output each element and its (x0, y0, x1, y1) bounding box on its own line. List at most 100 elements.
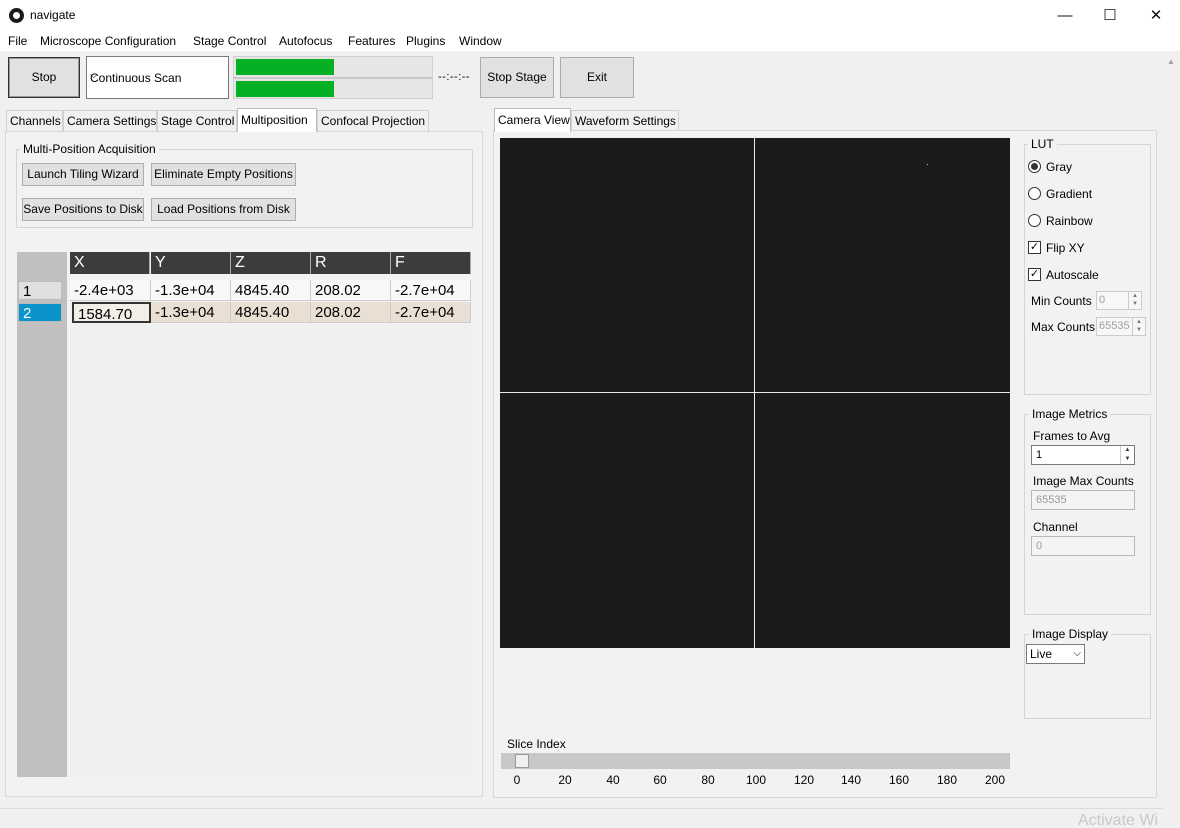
row-header-1[interactable]: 1 (18, 281, 62, 300)
min-counts-label: Min Counts (1031, 294, 1092, 308)
channel-label: Channel (1033, 520, 1078, 534)
slice-index-slider[interactable] (501, 753, 1010, 769)
acquisition-progress-fill (236, 59, 334, 75)
spin-arrows-icon[interactable]: ▲ ▼ (1132, 318, 1145, 335)
image-display-value: Live (1030, 647, 1053, 661)
lut-gradient-radio[interactable] (1028, 187, 1041, 200)
image-display-select[interactable]: Live ⌵ (1026, 644, 1085, 664)
stack-progress-bar (236, 81, 432, 97)
image-speck (927, 164, 928, 165)
acquisition-progress-bar (236, 59, 432, 75)
menu-stage-control[interactable]: Stage Control (193, 34, 266, 48)
table-cell[interactable]: 208.02 (311, 302, 391, 323)
chevron-down-icon: ⌵ (1073, 648, 1081, 659)
tab-camera-settings[interactable]: Camera Settings (63, 110, 157, 131)
menu-features[interactable]: Features (348, 34, 395, 48)
slice-index-label: Slice Index (507, 737, 566, 751)
table-cell-editing[interactable]: 1584.70 (72, 302, 151, 323)
table-cell[interactable]: 208.02 (311, 280, 391, 301)
table-cell[interactable]: -1.3e+04 (151, 280, 231, 301)
spin-arrows-icon[interactable]: ▲ ▼ (1128, 292, 1141, 309)
app-icon (9, 8, 24, 23)
table-cell[interactable]: 4845.40 (231, 302, 311, 323)
column-header-r[interactable]: R (311, 252, 391, 274)
window-scrollbar[interactable]: ▲ (1163, 51, 1180, 828)
minimize-button[interactable]: — (1042, 0, 1088, 31)
spin-arrows-icon[interactable]: ▲ ▼ (1120, 446, 1134, 464)
slice-tick-label: 100 (745, 773, 767, 787)
autoscale-checkbox[interactable]: ✓ (1028, 268, 1041, 281)
row-header-2[interactable]: 2 (18, 303, 62, 322)
image-max-counts-field: 65535 (1031, 490, 1135, 510)
launch-tiling-wizard-button[interactable]: Launch Tiling Wizard (22, 163, 144, 186)
lut-rainbow-label: Rainbow (1046, 214, 1093, 228)
max-counts-label: Max Counts (1031, 320, 1096, 334)
slice-tick-label: 60 (653, 773, 667, 787)
menu-bar: File Microscope Configuration Stage Cont… (0, 31, 1180, 51)
lut-gray-label: Gray (1046, 160, 1073, 174)
position-table-body (70, 324, 471, 777)
acquisition-mode-select[interactable]: Continuous Scan ⌵ (86, 56, 229, 99)
close-button[interactable]: ✕ (1133, 0, 1179, 31)
camera-image[interactable] (500, 138, 1010, 648)
column-header-z[interactable]: Z (231, 252, 311, 274)
tab-multiposition[interactable]: Multiposition (237, 108, 317, 132)
channel-field: 0 (1031, 536, 1135, 556)
column-header-x[interactable]: X (70, 252, 150, 274)
slice-tick-label: 120 (793, 773, 815, 787)
table-cell[interactable]: -2.4e+03 (70, 280, 151, 301)
tab-stage-control[interactable]: Stage Control (157, 110, 237, 131)
activation-watermark: Activate Wi (1078, 812, 1159, 828)
min-counts-value: 0 (1099, 294, 1106, 306)
crosshair-vertical (754, 138, 755, 648)
slice-tick-label: 180 (936, 773, 958, 787)
image-metrics-group-title: Image Metrics (1029, 407, 1111, 421)
max-counts-spinbox[interactable]: 65535 ▲ ▼ (1096, 317, 1146, 336)
save-positions-button[interactable]: Save Positions to Disk (22, 198, 144, 221)
lut-gray-radio[interactable] (1028, 160, 1041, 173)
image-max-counts-label: Image Max Counts (1033, 474, 1134, 488)
exit-button[interactable]: Exit (560, 57, 634, 98)
crosshair-horizontal (500, 392, 1010, 393)
menu-file[interactable]: File (8, 34, 27, 48)
slice-tick-label: 200 (984, 773, 1006, 787)
menu-plugins[interactable]: Plugins (406, 34, 445, 48)
flip-xy-checkbox[interactable]: ✓ (1028, 241, 1041, 254)
scroll-up-icon[interactable]: ▲ (1167, 57, 1175, 66)
tab-camera-view[interactable]: Camera View (494, 108, 571, 132)
tab-waveform-settings[interactable]: Waveform Settings (571, 110, 679, 131)
max-counts-value: 65535 (1099, 320, 1130, 332)
column-header-f[interactable]: F (391, 252, 471, 274)
table-cell[interactable]: 4845.40 (231, 280, 311, 301)
slice-tick-label: 140 (840, 773, 862, 787)
tab-confocal-projection[interactable]: Confocal Projection (317, 110, 429, 131)
slice-tick-label: 40 (606, 773, 620, 787)
slider-handle[interactable] (515, 754, 529, 768)
column-header-y[interactable]: Y (151, 252, 231, 274)
lut-rainbow-radio[interactable] (1028, 214, 1041, 227)
maximize-button[interactable]: ☐ (1087, 0, 1133, 31)
slice-tick-label: 160 (888, 773, 910, 787)
row-header-column (17, 252, 67, 777)
progress-divider (234, 77, 432, 79)
tab-channels[interactable]: Channels (6, 110, 63, 131)
image-display-group-title: Image Display (1029, 627, 1112, 641)
table-cell[interactable]: -1.3e+04 (151, 302, 231, 323)
stop-button[interactable]: Stop (8, 57, 80, 98)
table-cell[interactable]: -2.7e+04 (391, 280, 471, 301)
table-cell[interactable]: -2.7e+04 (391, 302, 471, 323)
frames-to-avg-spinbox[interactable]: 1 ▲ ▼ (1031, 445, 1135, 465)
eliminate-empty-positions-button[interactable]: Eliminate Empty Positions (151, 163, 296, 186)
lut-group-title: LUT (1028, 137, 1057, 151)
menu-autofocus[interactable]: Autofocus (279, 34, 332, 48)
frames-to-avg-value: 1 (1036, 449, 1043, 461)
load-positions-button[interactable]: Load Positions from Disk (151, 198, 296, 221)
menu-window[interactable]: Window (459, 34, 502, 48)
lut-gradient-label: Gradient (1046, 187, 1093, 201)
min-counts-spinbox[interactable]: 0 ▲ ▼ (1096, 291, 1142, 310)
multi-position-group-title: Multi-Position Acquisition (20, 142, 159, 156)
slice-tick-label: 20 (558, 773, 572, 787)
menu-microscope-configuration[interactable]: Microscope Configuration (40, 34, 176, 48)
stop-stage-button[interactable]: Stop Stage (480, 57, 554, 98)
status-divider (0, 808, 1163, 809)
